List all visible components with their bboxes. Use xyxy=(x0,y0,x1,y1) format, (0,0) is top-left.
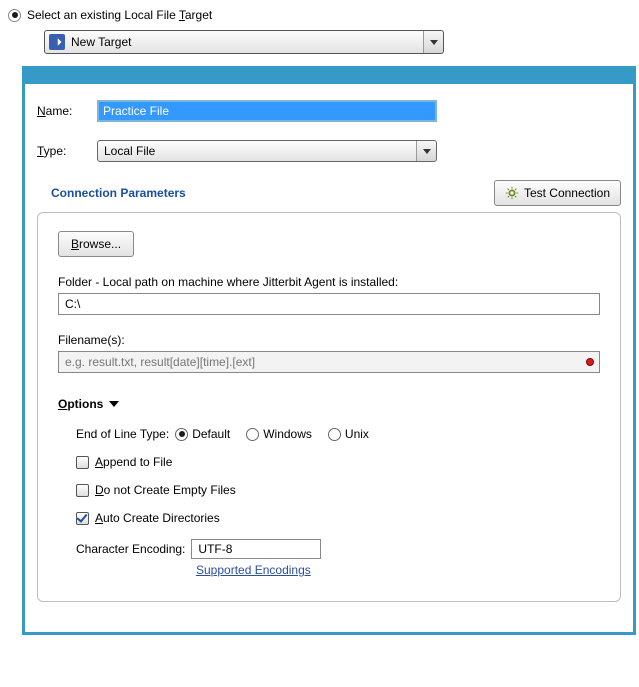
error-indicator-icon xyxy=(586,358,594,366)
test-connection-button[interactable]: Test Connection xyxy=(494,180,621,206)
eol-default-radio[interactable] xyxy=(175,428,188,441)
panel-header-bar xyxy=(22,66,636,84)
name-input[interactable] xyxy=(97,100,437,122)
select-existing-radio[interactable] xyxy=(8,9,21,22)
connection-params-title: Connection Parameters xyxy=(51,186,186,200)
chevron-down-icon xyxy=(423,31,443,53)
eol-windows-radio[interactable] xyxy=(246,428,259,441)
eol-unix-radio[interactable] xyxy=(328,428,341,441)
chevron-down-icon xyxy=(109,401,119,407)
folder-label: Folder - Local path on machine where Jit… xyxy=(58,275,600,289)
supported-encodings-link[interactable]: Supported Encodings xyxy=(196,563,311,577)
type-select[interactable]: Local File xyxy=(97,140,437,162)
browse-button[interactable]: Browse... xyxy=(58,231,134,257)
select-existing-label: Select an existing Local File Target xyxy=(27,8,212,22)
folder-input[interactable] xyxy=(58,293,600,315)
name-label: Name: xyxy=(37,104,97,118)
connection-params-box: Browse... Folder - Local path on machine… xyxy=(37,212,621,602)
eol-unix-label: Unix xyxy=(345,427,369,441)
encoding-label: Character Encoding: xyxy=(76,542,185,556)
eol-windows-label: Windows xyxy=(263,427,312,441)
encoding-input[interactable] xyxy=(191,539,321,559)
options-toggle[interactable]: Options xyxy=(58,397,600,411)
autocreate-label: Auto Create Directories xyxy=(95,511,220,525)
filenames-input[interactable] xyxy=(58,351,600,373)
target-dropdown[interactable]: New Target xyxy=(44,30,444,54)
type-label: Type: xyxy=(37,144,97,158)
test-connection-label: Test Connection xyxy=(524,186,610,200)
gear-icon xyxy=(505,186,519,200)
eol-default-label: Default xyxy=(192,427,230,441)
no-empty-label: Do not Create Empty Files xyxy=(95,483,236,497)
target-dropdown-label: New Target xyxy=(69,35,423,49)
chevron-down-icon xyxy=(416,141,436,161)
no-empty-checkbox[interactable] xyxy=(76,484,89,497)
target-icon xyxy=(49,34,65,50)
eol-label: End of Line Type: xyxy=(76,427,169,441)
autocreate-checkbox[interactable] xyxy=(76,512,89,525)
type-select-value: Local File xyxy=(98,144,416,158)
append-label: Append to File xyxy=(95,455,172,469)
append-checkbox[interactable] xyxy=(76,456,89,469)
filenames-label: Filename(s): xyxy=(58,333,600,347)
